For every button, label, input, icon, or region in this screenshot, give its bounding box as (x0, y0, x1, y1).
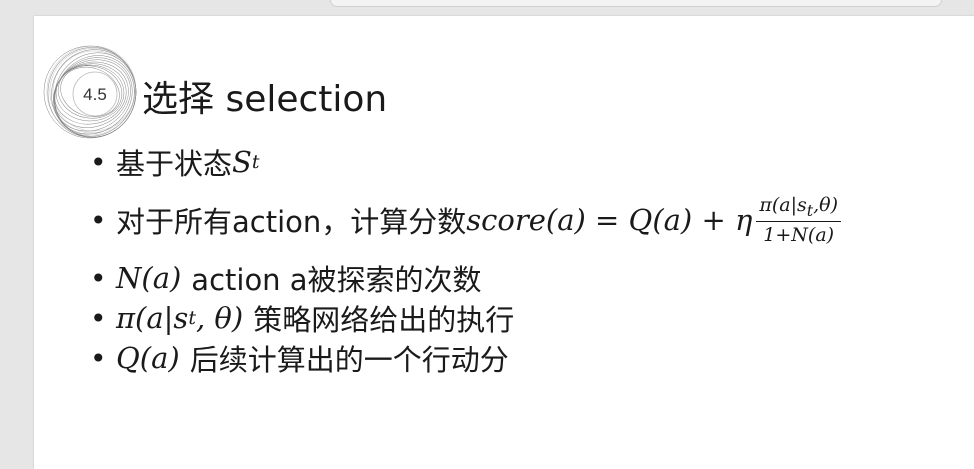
bullet-text: action a被探索的次数 (191, 263, 482, 297)
bullet-dot-icon: • (90, 203, 107, 237)
top-tab-strip (330, 0, 942, 7)
bullet-dot-icon: • (90, 301, 107, 335)
bullet-dot-icon: • (90, 145, 107, 179)
bullet-action-value: • Q(a) 后续计算出的一个行动分 (90, 338, 960, 378)
bullet-dot-icon: • (90, 341, 107, 375)
formula-lhs: score(a) = Q(a) + η (466, 203, 753, 237)
bullet-visit-count: • N(a) action a被探索的次数 (90, 258, 960, 298)
bullet-text: 基于状态 (116, 147, 233, 181)
section-number: 4.5 (83, 85, 107, 104)
math-subscript: t (251, 151, 260, 173)
bullet-state: • 基于状态 St (90, 142, 960, 182)
bullet-dot-icon: • (90, 261, 107, 295)
bullet-text: 后续计算出的一个行动分 (189, 343, 509, 377)
math-var: S (232, 145, 252, 179)
numerator-tail: ,θ) (813, 193, 839, 216)
bullet-policy: • π(a|s t, θ) 策略网络给出的执行 (90, 298, 960, 338)
math-expression-tail: , θ) (195, 301, 244, 335)
math-expression: Q(a) (116, 341, 180, 375)
slide-title: 选择 selection (142, 79, 388, 120)
fraction-denominator: 1+N(a) (763, 224, 835, 247)
bullet-list: • 基于状态 St • 对于所有action，计算分数 score(a) = Q(a… (90, 142, 960, 378)
bullet-score-formula: • 对于所有action，计算分数 score(a) = Q(a) + η π(a… (90, 182, 960, 258)
formula-fraction: π(a|st,θ) 1+N(a) (756, 193, 842, 247)
bullet-text: 对于所有action，计算分数 (116, 205, 467, 239)
math-expression: N(a) (116, 261, 182, 295)
bullet-text: 策略网络给出的执行 (253, 303, 515, 337)
math-expression: π(a|s (116, 301, 189, 335)
fraction-numerator: π(a|st,θ) (756, 193, 842, 223)
numerator-head: π(a|s (759, 193, 807, 216)
math-subscript: t (188, 307, 196, 329)
